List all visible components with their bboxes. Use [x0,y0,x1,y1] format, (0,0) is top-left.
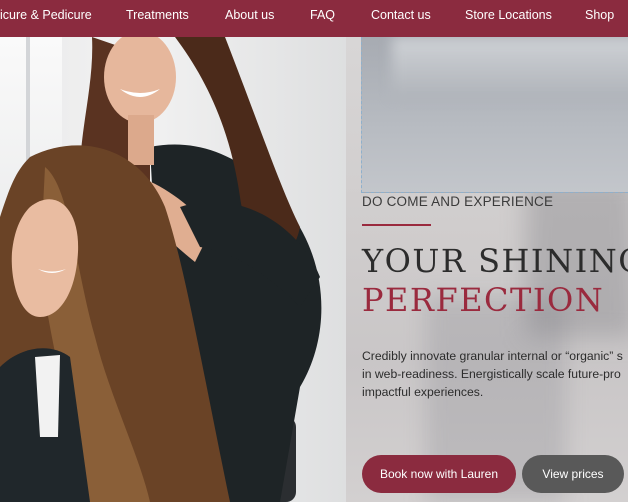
salon-photo [361,37,628,193]
description-line: impactful experiences. [362,385,484,399]
hero-title-line1: YOUR SHINING [362,242,628,280]
hero-text-panel: DO COME AND EXPERIENCE YOUR SHINING PERF… [346,37,628,502]
nav-item-about-us[interactable]: About us [225,0,274,37]
nav-item-treatments[interactable]: Treatments [126,0,189,37]
nav-item-manicure-pedicure[interactable]: icure & Pedicure [0,0,92,37]
nav-item-store-locations[interactable]: Store Locations [465,0,552,37]
nav-item-faq[interactable]: FAQ [310,0,335,37]
top-navigation-bar: icure & Pedicure Treatments About us FAQ… [0,0,628,37]
nav-item-contact-us[interactable]: Contact us [371,0,431,37]
description-line: Credibly innovate granular internal or “… [362,349,623,363]
hero-photo [0,37,346,502]
stylist-and-client-illustration [0,37,322,502]
hero-kicker: DO COME AND EXPERIENCE [362,194,554,209]
ceiling-light [392,37,628,97]
kicker-divider [362,224,431,226]
description-line: in web-readiness. Energistically scale f… [362,367,621,381]
hero-title-line2: PERFECTION [362,281,605,319]
book-now-button[interactable]: Book now with Lauren [362,455,516,493]
hero-description: Credibly innovate granular internal or “… [362,347,628,401]
view-prices-button[interactable]: View prices [522,455,624,493]
nav-item-shop[interactable]: Shop [585,0,614,37]
